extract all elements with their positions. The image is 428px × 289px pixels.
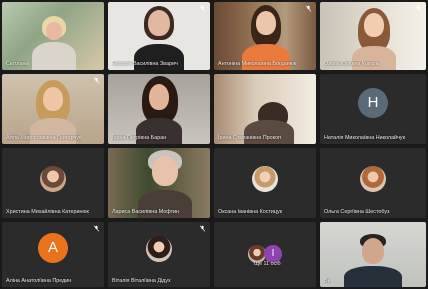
video-person [152, 156, 178, 186]
participant-tile-2[interactable]: Наталія Василівна Зварич [108, 2, 210, 70]
participant-tile-11[interactable]: Оксана Іванівна Костицук [214, 148, 316, 218]
participant-tile-7[interactable]: Ірина Степанівна Прокоп [214, 74, 316, 144]
participant-tile-13[interactable]: A Аліна Анатоліївна Предин [2, 222, 104, 287]
participant-tile-12[interactable]: Ольга Сергіївна Шестобуз [320, 148, 426, 218]
video-person [43, 87, 63, 111]
participant-tile-9[interactable]: Христина Михайлівна Катеринюк [2, 148, 104, 218]
participant-name: Наталія Василівна Зварич [112, 61, 178, 67]
participant-name: Світлана [6, 61, 29, 67]
participant-name: Алла Мирославівна Григорчук [6, 135, 82, 141]
video-person [256, 11, 276, 35]
avatar [146, 236, 172, 263]
participant-name: Наталія Миколаївна Николайчук [324, 135, 405, 141]
mic-muted-icon [305, 5, 312, 12]
participant-name: Оксана Іванівна Костицук [218, 209, 283, 215]
video-person [32, 42, 76, 70]
participant-name: Ірина Петрівна Баран [112, 135, 167, 141]
avatar [40, 165, 66, 192]
mic-muted-icon [93, 225, 100, 232]
participant-tile-6[interactable]: Ірина Петрівна Баран [108, 74, 210, 144]
video-person [46, 22, 62, 40]
participant-tile-1[interactable]: Світлана [2, 2, 104, 70]
participant-tile-10[interactable]: Лариса Василівна Мофтин [108, 148, 210, 218]
video-person [362, 238, 384, 264]
mic-muted-icon [93, 77, 100, 84]
participant-name: Ірина Степанівна Прокоп [218, 135, 281, 141]
mic-muted-icon [199, 225, 206, 232]
video-person [149, 84, 169, 110]
video-person [344, 266, 402, 287]
participant-tile-3[interactable]: Антоніна Миколаївна Богданюк [214, 2, 316, 70]
participant-tile-8[interactable]: H Наталія Миколаївна Николайчук [320, 74, 426, 144]
mic-muted-icon [415, 5, 422, 12]
avatar: H [358, 88, 388, 119]
more-participants-tile[interactable]: I Ще 11 осіб [214, 222, 316, 287]
self-view-tile[interactable]: Ви [320, 222, 426, 287]
avatar: A [38, 233, 68, 263]
avatar [252, 165, 278, 192]
mic-muted-icon [199, 5, 206, 12]
participant-name: Антоніна Миколаївна Богданюк [218, 61, 297, 67]
participant-tile-4[interactable]: Ольга Юріївна Коваль [320, 2, 426, 70]
more-participants-label: Ще 11 осіб [254, 261, 281, 267]
video-person [148, 10, 170, 36]
participant-name: Ольга Сергіївна Шестобуз [324, 209, 390, 215]
participant-name: Лариса Василівна Мофтин [112, 209, 180, 215]
participant-name: Віталія Віталіївна Дідух [112, 278, 171, 284]
participant-name: Ви [324, 278, 331, 284]
participant-name: Аліна Анатоліївна Предин [6, 278, 72, 284]
participant-tile-14[interactable]: Віталія Віталіївна Дідух [108, 222, 210, 287]
video-person [364, 13, 384, 37]
participant-name: Христина Михайлівна Катеринюк [6, 209, 89, 215]
avatar [360, 165, 386, 192]
participant-tile-5[interactable]: Алла Мирославівна Григорчук [2, 74, 104, 144]
participant-name: Ольга Юріївна Коваль [324, 61, 380, 67]
